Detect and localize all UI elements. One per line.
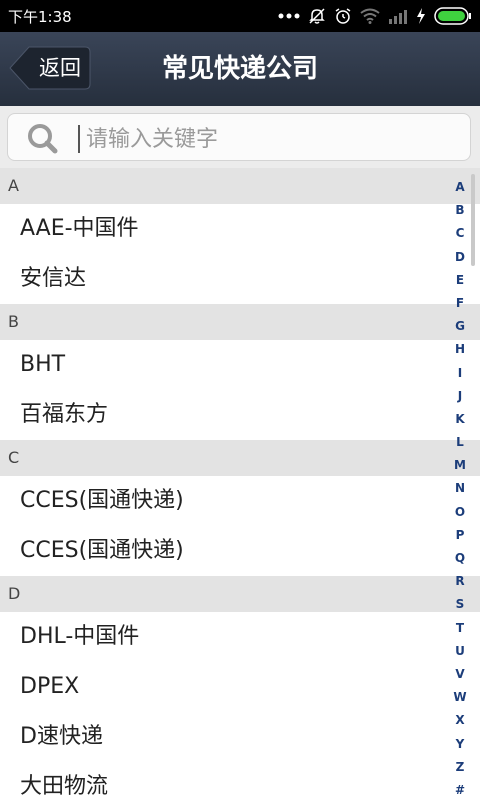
index-letter-i[interactable]: I xyxy=(446,362,474,385)
index-letter-k[interactable]: K xyxy=(446,408,474,431)
index-letter-w[interactable]: W xyxy=(446,686,474,709)
title-bar: 返回 常见快递公司 xyxy=(0,32,480,107)
index-letter-c[interactable]: C xyxy=(446,222,474,245)
signal-icon xyxy=(388,8,408,24)
index-letter-x[interactable]: X xyxy=(446,709,474,732)
search-icon xyxy=(25,122,65,158)
mute-icon xyxy=(308,7,326,25)
index-letter-g[interactable]: G xyxy=(446,315,474,338)
index-letter-p[interactable]: P xyxy=(446,524,474,547)
list-item[interactable]: 大田物流 xyxy=(0,762,480,800)
section-header-a: A xyxy=(0,168,480,204)
alphabet-index[interactable]: A B C D E F G H I J K L M N O P Q R S T … xyxy=(446,176,474,800)
index-letter-t[interactable]: T xyxy=(446,617,474,640)
index-letter-hash[interactable]: # xyxy=(446,779,474,802)
list-item[interactable]: CCES(国通快递) xyxy=(0,476,480,526)
index-letter-d[interactable]: D xyxy=(446,246,474,269)
list-item[interactable]: BHT xyxy=(0,340,480,390)
list-item[interactable]: D速快递 xyxy=(0,712,480,762)
index-letter-o[interactable]: O xyxy=(446,501,474,524)
search-input[interactable] xyxy=(84,118,458,160)
index-letter-a[interactable]: A xyxy=(446,176,474,199)
charging-icon xyxy=(416,8,426,24)
list-item[interactable]: DPEX xyxy=(0,662,480,712)
index-letter-m[interactable]: M xyxy=(446,454,474,477)
text-caret xyxy=(78,125,80,153)
section-header-b: B xyxy=(0,304,480,340)
section-header-d: D xyxy=(0,576,480,612)
status-time: 下午1:38 xyxy=(8,8,72,26)
alarm-icon xyxy=(334,7,352,25)
index-letter-v[interactable]: V xyxy=(446,663,474,686)
index-letter-s[interactable]: S xyxy=(446,593,474,616)
status-bar: 下午1:38 xyxy=(0,0,480,32)
search-box[interactable] xyxy=(7,113,471,161)
battery-icon xyxy=(434,7,472,25)
index-letter-y[interactable]: Y xyxy=(446,733,474,756)
list-item[interactable]: CCES(国通快递) xyxy=(0,526,480,576)
index-letter-h[interactable]: H xyxy=(446,338,474,361)
search-area xyxy=(0,106,480,168)
index-letter-u[interactable]: U xyxy=(446,640,474,663)
dots-icon xyxy=(278,13,300,19)
list-item[interactable]: 百福东方 xyxy=(0,390,480,440)
section-header-c: C xyxy=(0,440,480,476)
index-letter-q[interactable]: Q xyxy=(446,547,474,570)
index-letter-r[interactable]: R xyxy=(446,570,474,593)
company-list: A AAE-中国件 安信达 B BHT 百福东方 C CCES(国通快递) CC… xyxy=(0,168,480,800)
wifi-icon xyxy=(360,8,380,24)
index-letter-j[interactable]: J xyxy=(446,385,474,408)
index-letter-z[interactable]: Z xyxy=(446,756,474,779)
index-letter-b[interactable]: B xyxy=(446,199,474,222)
index-letter-f[interactable]: F xyxy=(446,292,474,315)
status-icons xyxy=(278,6,472,26)
list-item[interactable]: 安信达 xyxy=(0,254,480,304)
back-label: 返回 xyxy=(39,56,81,80)
list-item[interactable]: AAE-中国件 xyxy=(0,204,480,254)
back-button[interactable]: 返回 xyxy=(9,46,91,90)
index-letter-n[interactable]: N xyxy=(446,477,474,500)
index-letter-l[interactable]: L xyxy=(446,431,474,454)
index-letter-e[interactable]: E xyxy=(446,269,474,292)
list-item[interactable]: DHL-中国件 xyxy=(0,612,480,662)
